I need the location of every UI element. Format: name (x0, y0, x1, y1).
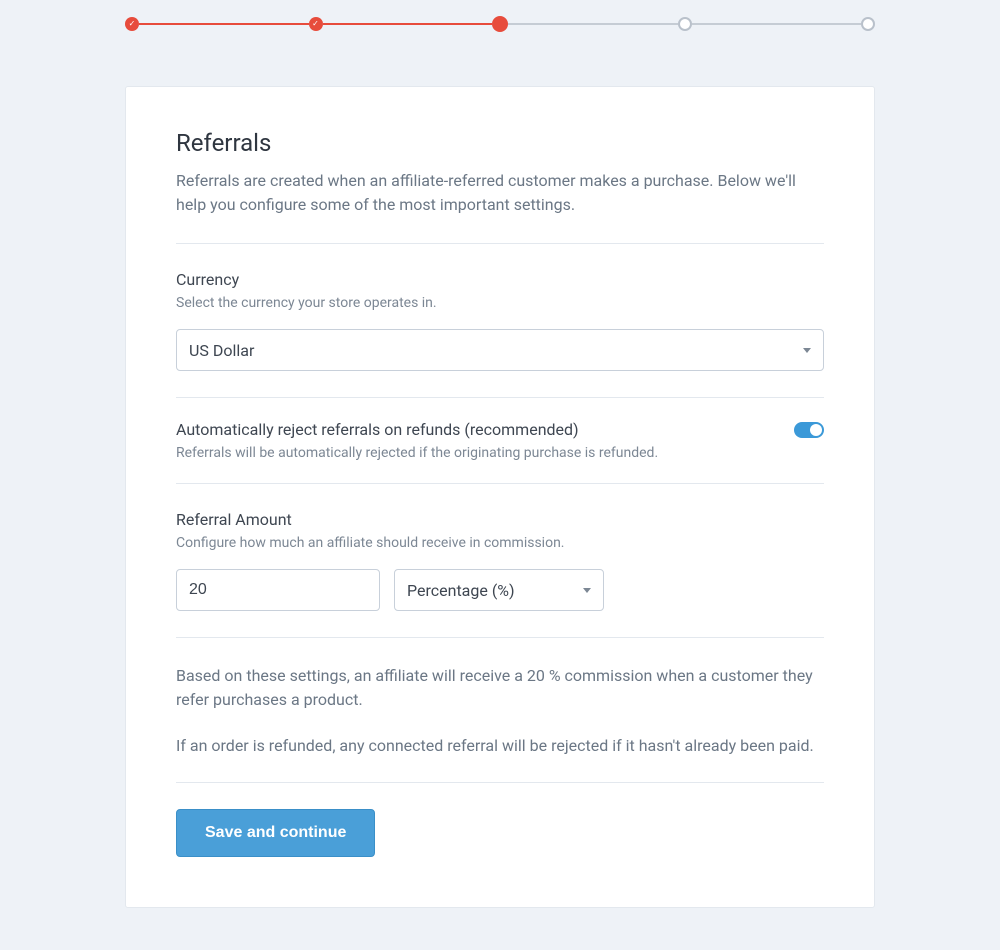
page-title: Referrals (176, 129, 824, 157)
amount-label: Referral Amount (176, 510, 824, 529)
summary-line-2: If an order is refunded, any connected r… (176, 734, 824, 758)
step-1-dot[interactable]: ✓ (125, 17, 139, 31)
currency-value: US Dollar (189, 341, 254, 360)
amount-help: Configure how much an affiliate should r… (176, 535, 824, 551)
toggle-knob (810, 424, 822, 436)
amount-input[interactable] (176, 569, 380, 611)
currency-help: Select the currency your store operates … (176, 295, 824, 311)
step-line (692, 23, 862, 25)
currency-section: Currency Select the currency your store … (176, 244, 824, 397)
currency-select[interactable]: US Dollar (176, 329, 824, 371)
amount-type-select[interactable]: Percentage (%) (394, 569, 604, 611)
step-2-dot[interactable]: ✓ (309, 17, 323, 31)
step-line (323, 23, 493, 25)
summary-line-1: Based on these settings, an affiliate wi… (176, 664, 824, 712)
auto-reject-label: Automatically reject referrals on refund… (176, 420, 774, 439)
page-subtitle: Referrals are created when an affiliate-… (176, 169, 824, 217)
step-5-dot[interactable] (861, 17, 875, 31)
save-continue-button[interactable]: Save and continue (176, 809, 375, 857)
auto-reject-section: Automatically reject referrals on refund… (176, 398, 824, 483)
auto-reject-help: Referrals will be automatically rejected… (176, 445, 774, 461)
step-line (508, 23, 678, 25)
chevron-down-icon (583, 588, 591, 593)
settings-card: Referrals Referrals are created when an … (125, 86, 875, 908)
check-icon: ✓ (129, 20, 136, 28)
amount-type-value: Percentage (%) (407, 581, 515, 600)
check-icon: ✓ (312, 20, 319, 28)
step-line (139, 23, 309, 25)
summary-section: Based on these settings, an affiliate wi… (176, 638, 824, 782)
auto-reject-toggle[interactable] (794, 422, 824, 438)
progress-stepper: ✓ ✓ (125, 0, 875, 52)
divider (176, 782, 824, 783)
step-3-dot[interactable] (492, 16, 508, 32)
currency-label: Currency (176, 270, 824, 289)
amount-section: Referral Amount Configure how much an af… (176, 484, 824, 637)
step-4-dot[interactable] (678, 17, 692, 31)
chevron-down-icon (803, 348, 811, 353)
